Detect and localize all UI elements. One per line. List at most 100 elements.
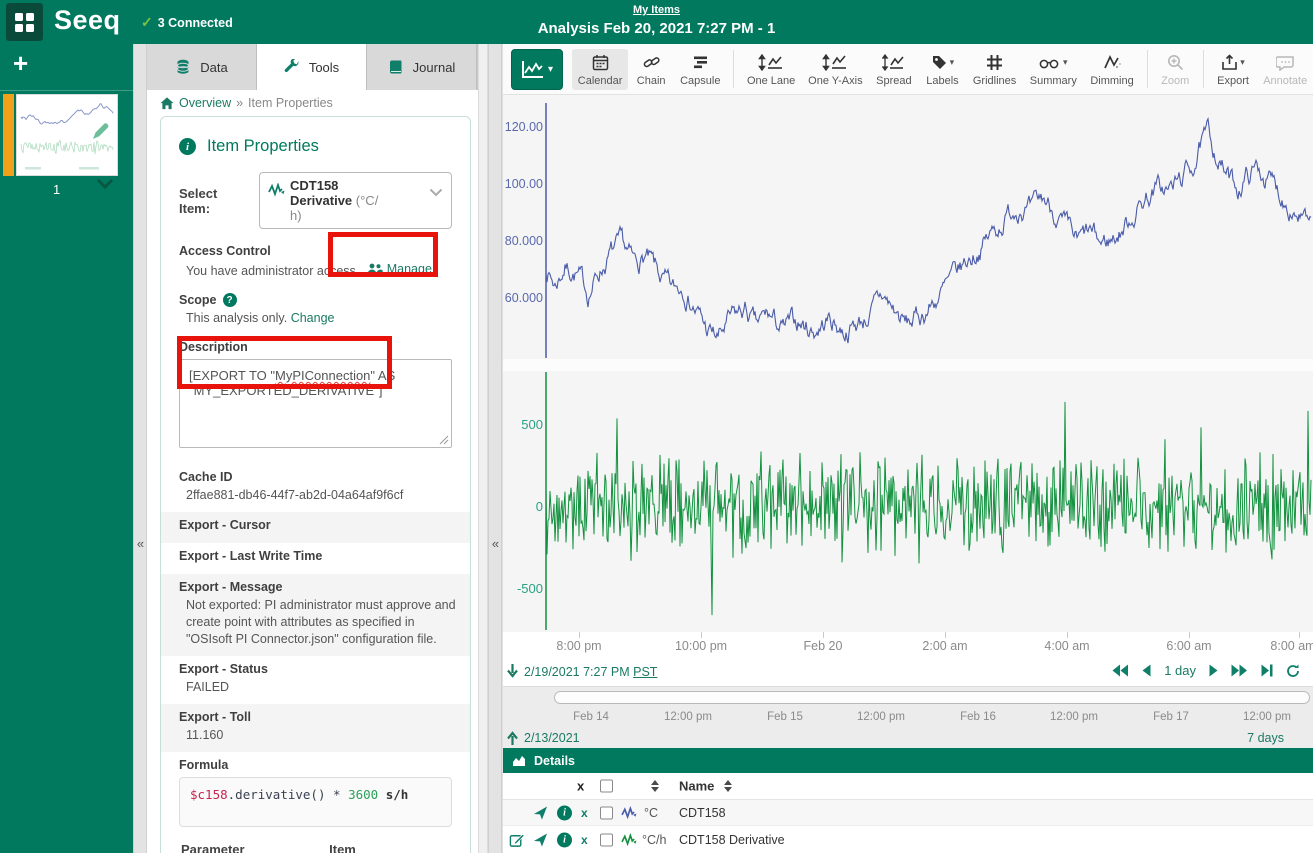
description-textarea[interactable]: [EXPORT TO "MyPIConnection" AS "MY_EXPOR… [179,359,452,448]
toolbar-button-chain[interactable]: Chain [630,49,672,90]
panel-collapse-strip-left[interactable]: « [133,44,147,853]
seeq-logo: Seeq [54,5,121,36]
send-to-icon[interactable] [533,805,548,820]
trend-plot[interactable]: 120.00 100.00 80.000 60.000 500 0 -500 [503,95,1313,632]
remove-item-icon[interactable]: x [581,806,588,820]
fast-forward-icon[interactable] [1231,664,1248,677]
toolbar-button-spread[interactable]: Spread [870,49,918,90]
sort-icon[interactable] [724,780,732,792]
toolbar-button-one-y-axis[interactable]: One Y-Axis [803,49,868,90]
grid-icon [15,13,34,32]
app-switcher-button[interactable] [6,3,43,41]
toolbar-button-calendar[interactable]: Calendar [572,49,628,90]
arrow-up-icon [507,730,518,745]
name-column-header[interactable]: Name [679,779,714,794]
one-y-axis-icon [822,53,848,73]
details-row-cdt158-derivative[interactable]: x °C/h CDT158 Derivative [503,826,1313,853]
y-tick-label: -500 [503,581,543,596]
breadcrumb-overview-link[interactable]: Overview [179,96,231,110]
edit-item-icon[interactable] [509,832,525,848]
x-axis: 8:00 pm 10:00 pm Feb 20 2:00 am 4:00 am … [503,632,1313,660]
select-all-checkbox[interactable] [600,780,613,793]
tab-journal[interactable]: Journal [367,44,477,90]
y-tick-label: 100.00 [503,177,543,191]
timezone-link[interactable]: PST [633,665,657,679]
toolbar-button-gridlines[interactable]: Gridlines [967,49,1022,90]
glasses-icon: ▾ [1039,53,1068,73]
details-row-cdt158[interactable]: x °C CDT158 [503,800,1313,826]
skip-to-end-icon[interactable] [1261,664,1273,677]
worksheet-sidebar: + 1 [0,44,133,853]
home-icon[interactable] [160,97,174,110]
toolbar-button-zoom[interactable]: Zoom [1155,49,1196,90]
signal-icon-blue [621,806,637,819]
refresh-icon[interactable] [1286,664,1300,678]
step-backward-icon[interactable] [1142,664,1151,677]
connection-status[interactable]: ✓3 Connected [141,14,233,31]
item-unit: °C/h [642,833,666,847]
add-worksheet-button[interactable]: + [13,48,28,79]
step-forward-icon[interactable] [1209,664,1218,677]
toolbar-button-export[interactable]: ▾ Export [1211,49,1256,90]
sort-icon[interactable] [651,780,659,792]
chevron-down-icon[interactable] [96,178,114,189]
help-icon[interactable] [223,293,237,307]
panel-collapse-strip-right[interactable]: « [488,44,502,853]
export-icon: ▾ [1221,53,1245,73]
details-panel-header[interactable]: Details [503,748,1313,773]
trend-chart-icon [521,60,545,80]
property-row: Export - Cursor [161,512,470,543]
remove-item-icon[interactable]: x [581,833,588,847]
row-checkbox[interactable] [600,806,613,819]
item-info-icon[interactable] [557,832,572,847]
timeline-start-date[interactable]: 2/13/2021 [507,730,580,745]
toolbar-button-labels[interactable]: ▾ Labels [920,49,965,90]
timeline-tick-label: 12:00 pm [1227,711,1307,723]
timeline-tick-label: 12:00 pm [648,711,728,723]
worksheet-number: 1 [53,182,60,197]
misspelled-word: MyPIConnection [275,368,370,383]
panel-scrollbar[interactable] [478,44,488,853]
chain-icon [643,53,660,73]
row-checkbox[interactable] [600,833,613,846]
description-label: Description [179,340,452,354]
toolbar-button-dimming[interactable]: Dimming [1085,49,1140,90]
my-items-link[interactable]: My Items [633,4,680,16]
timeline-range-selector[interactable] [554,691,1310,704]
item-select-dropdown[interactable]: CDT158 Derivative (°C/ h) [259,172,452,229]
item-name[interactable]: CDT158 [679,806,726,820]
item-name[interactable]: CDT158 Derivative [679,833,785,847]
timeline-duration[interactable]: 7 days [1247,731,1284,745]
fast-backward-icon[interactable] [1112,664,1129,677]
formula-code[interactable]: $c158.derivative() * 3600 s/h [179,777,452,827]
item-info-icon[interactable] [557,805,572,820]
chevron-down-icon [429,188,443,197]
toolbar-button-capsule[interactable]: Capsule [674,49,726,90]
range-start-control[interactable]: 2/19/2021 7:27 PM PST [507,664,657,679]
toolbar-button-summary[interactable]: ▾ Summary [1024,49,1082,90]
tab-label: Journal [413,60,456,75]
resize-handle-icon[interactable] [439,435,449,445]
toolbar-button-one-lane[interactable]: One Lane [741,49,801,90]
step-size-label[interactable]: 1 day [1164,663,1196,678]
collapse-left-icon[interactable]: « [135,536,146,551]
trend-view-button[interactable]: ▾ [511,49,563,90]
toolbar-button-annotate[interactable]: Annotate [1257,49,1313,90]
speech-bubble-icon [1276,53,1295,73]
tab-data[interactable]: Data [147,44,257,90]
tools-panel: Data Tools Journal Overview » [147,44,478,853]
collapse-right-icon[interactable]: « [490,536,501,551]
tab-tools[interactable]: Tools [257,44,367,90]
y-tick-label: 80.000 [503,234,543,248]
y-tick-label: 500 [503,417,543,432]
scope-text: This analysis only. [186,311,287,325]
signal-icon-green [621,833,637,846]
send-to-icon[interactable] [533,832,548,847]
item-column-header: Item [329,842,452,853]
y-tick-label: 60.000 [503,291,543,305]
property-row: Export - Last Write Time [161,543,470,574]
change-scope-link[interactable]: Change [291,311,335,325]
manage-access-link[interactable]: Manage [367,262,432,276]
worksheet-thumbnail[interactable] [16,94,118,176]
timeline-tick-label: Feb 14 [551,711,631,723]
